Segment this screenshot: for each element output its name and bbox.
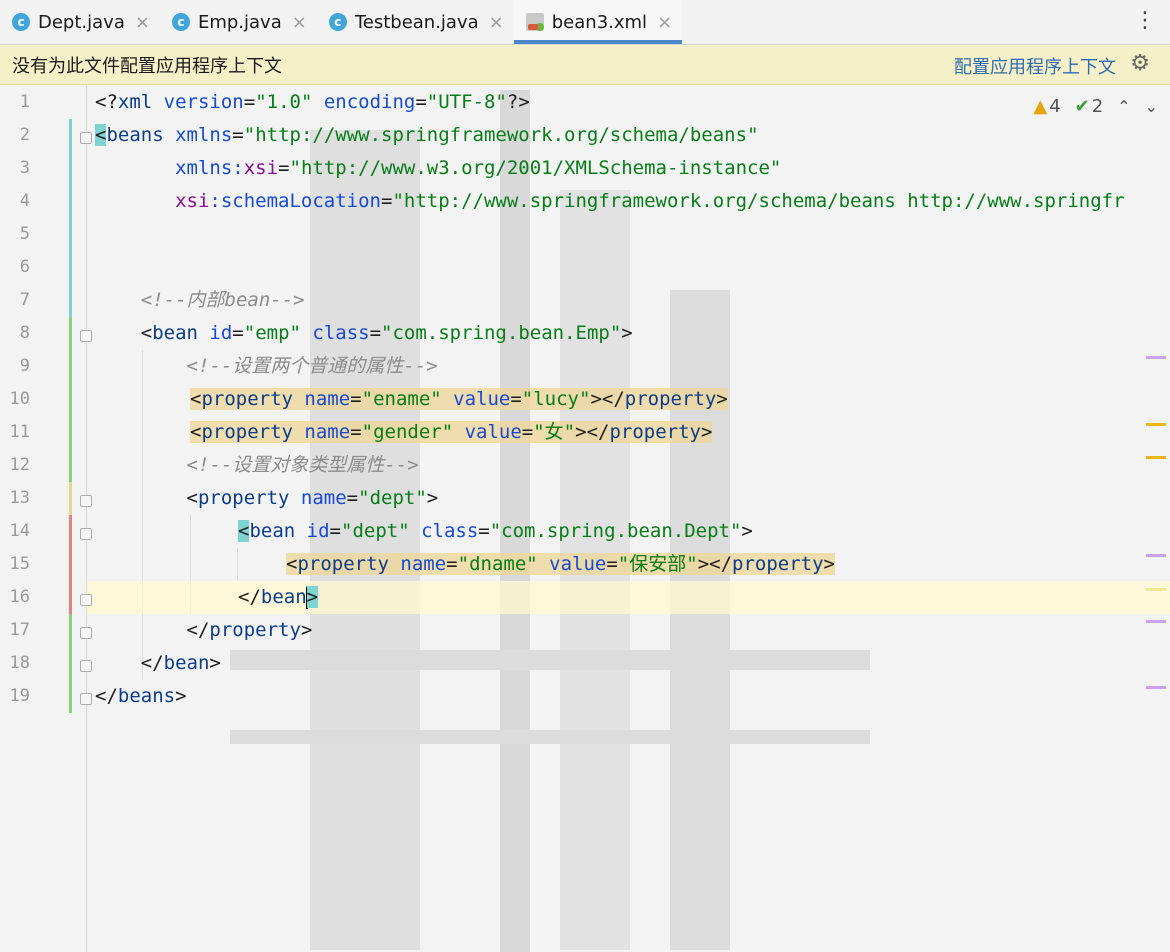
line-number: 19 [9,686,30,706]
code-line: <property name="gender" value="女"></prop… [190,421,713,443]
close-icon[interactable]: × [135,12,150,33]
line-number: 16 [9,587,30,607]
tab-emp-java[interactable]: c Emp.java × [160,0,317,44]
code-line: </beans> [95,685,187,707]
code-line: </bean> [238,586,319,609]
line-number: 4 [19,191,30,211]
line-number: 9 [19,356,30,376]
close-icon[interactable]: × [489,12,504,33]
editor-tab-bar: c Dept.java × c Emp.java × c Testbean.ja… [0,0,1170,45]
line-number: 14 [9,521,30,541]
tab-label: Dept.java [38,11,125,33]
close-icon[interactable]: × [657,12,672,33]
tab-dept-java[interactable]: c Dept.java × [0,0,160,44]
code-line: <property name="dname" value="保安部"></pro… [286,553,835,575]
tab-bean3-xml[interactable]: bean3.xml × [513,0,683,44]
tab-testbean-java[interactable]: c Testbean.java × [317,0,514,44]
line-number: 1 [19,92,30,112]
line-number: 7 [19,290,30,310]
code-line: </bean> [95,652,221,674]
code-line: </property> [95,619,313,641]
line-number: 18 [9,653,30,673]
line-number: 2 [19,125,30,145]
code-editor[interactable]: ▲ 4 ✔ 2 ⌃ ⌄ 1 2 3 4 5 6 7 8 9 10 11 12 1… [0,86,1170,952]
close-icon[interactable]: × [292,12,307,33]
tab-label: bean3.xml [551,11,648,33]
line-number: 12 [9,455,30,475]
line-number: 6 [19,257,30,277]
fold-icon[interactable] [80,627,92,639]
class-icon: c [12,13,30,31]
tab-label: Testbean.java [354,11,479,33]
fold-icon[interactable] [80,528,92,540]
code-line: <beans xmlns="http://www.springframework… [95,124,759,146]
notification-banner: 没有为此文件配置应用程序上下文 配置应用程序上下文 ⚙ [0,45,1170,85]
xml-file-icon [525,13,544,31]
line-number: 5 [19,224,30,244]
fold-icon[interactable] [80,495,92,507]
class-icon: c [328,13,347,31]
line-number: 11 [9,422,30,442]
configure-context-link[interactable]: 配置应用程序上下文 [954,53,1116,79]
fold-icon[interactable] [80,132,92,144]
line-number: 8 [19,323,30,343]
class-icon: c [171,13,190,31]
line-number: 10 [9,389,30,409]
code-line: xsi:schemaLocation="http://www.springfra… [175,190,1125,212]
code-line: <?xml version="1.0" encoding="UTF-8"?> [95,91,530,113]
code-line: <property name="ename" value="lucy"></pr… [190,388,728,410]
code-line: <bean id="emp" class="com.spring.bean.Em… [95,322,633,344]
more-tabs-icon[interactable]: ⋮ [1134,10,1156,32]
line-number: 17 [9,620,30,640]
code-line: <!--内部bean--> [95,289,305,311]
code-line: <property name="dept"> [95,487,439,509]
fold-icon[interactable] [80,693,92,705]
code-line: xmlns:xsi="http://www.w3.org/2001/XMLSch… [95,157,782,179]
line-number: 3 [19,158,30,178]
gear-icon[interactable]: ⚙ [1130,51,1150,76]
tab-label: Emp.java [197,11,282,33]
code-line: <!--设置两个普通的属性--> [95,355,438,377]
line-number: 13 [9,488,30,508]
banner-message: 没有为此文件配置应用程序上下文 [12,55,282,77]
line-number: 15 [9,554,30,574]
fold-icon[interactable] [80,660,92,672]
code-line: <!--设置对象类型属性--> [95,454,419,476]
fold-icon[interactable] [80,594,92,606]
code-line: <bean id="dept" class="com.spring.bean.D… [238,520,753,542]
fold-icon[interactable] [80,330,92,342]
